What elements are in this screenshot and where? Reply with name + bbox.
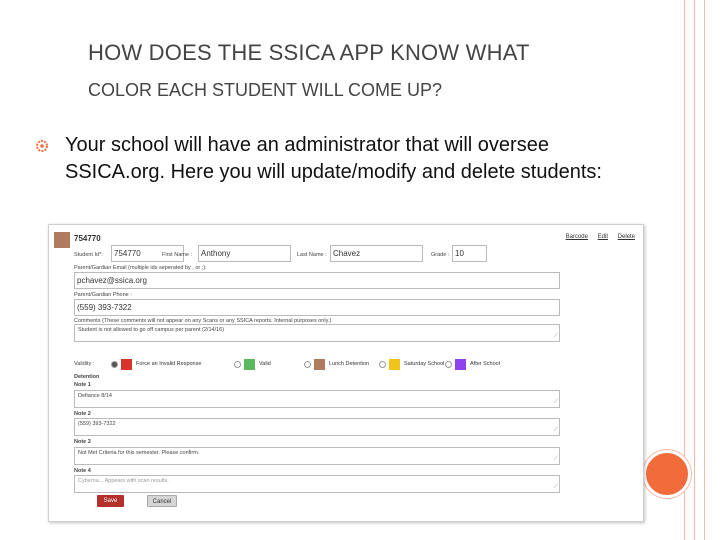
option-valid[interactable]: Valid	[234, 358, 271, 370]
edit-link[interactable]: Edit	[598, 234, 608, 240]
resize-handle-icon: ⟋	[553, 399, 558, 405]
decorative-rail-2	[694, 0, 695, 540]
decorative-rail-3	[704, 0, 705, 540]
delete-link[interactable]: Delete	[618, 234, 635, 240]
validity-options: Force an Invalid Response Valid Lunch De…	[74, 358, 634, 372]
resize-handle-icon: ⟋	[553, 333, 558, 339]
note1-textarea[interactable]: Defiance 8/14 ⟋	[74, 390, 560, 408]
note3-label: Note 3	[74, 439, 91, 445]
detention-label: Detention	[74, 374, 100, 380]
slide-title-line1: How does the SSICA app know what	[88, 40, 530, 65]
resize-handle-icon: ⟋	[553, 484, 558, 490]
email-field[interactable]: pchavez@ssica.org	[74, 272, 560, 289]
action-links: Barcode Edit Delete	[558, 234, 635, 240]
student-edit-form-screenshot: 754770 Barcode Edit Delete Student Id*: …	[48, 224, 644, 522]
radio-icon[interactable]	[445, 360, 452, 368]
slide-title-line2: color each student will come up?	[88, 80, 443, 100]
note2-textarea[interactable]: (559) 393-7322 ⟋	[74, 418, 560, 436]
note4-textarea[interactable]: Cyberna... Appears with scan results. ⟋	[74, 475, 560, 493]
option-after-school[interactable]: After School	[445, 358, 500, 370]
option-force-invalid[interactable]: Force an Invalid Response	[111, 358, 201, 370]
option-label: Saturday School	[404, 361, 445, 367]
first-name-label: First Name :	[162, 252, 192, 258]
brown-swatch	[314, 358, 325, 370]
save-button[interactable]: Save	[97, 495, 124, 507]
radio-icon[interactable]	[234, 360, 241, 368]
note3-text: Not Met Criteria for this semester. Plea…	[78, 450, 200, 456]
comments-textarea[interactable]: Student is not allowed to go off campus …	[74, 324, 560, 342]
bullet-text: Your school will have an administrator t…	[65, 134, 602, 183]
resize-handle-icon: ⟋	[553, 427, 558, 433]
email-label: Parent/Gardian Email (multiple ids seper…	[74, 265, 207, 271]
decorative-circle	[643, 450, 691, 498]
student-id-header: 754770	[74, 234, 101, 243]
comments-text: Student is not allowed to go off campus …	[78, 327, 225, 333]
option-label: Valid	[259, 361, 271, 367]
option-label: Lunch Detention	[329, 361, 370, 367]
grade-field[interactable]: 10	[452, 245, 487, 262]
last-name-label: Last Name :	[297, 252, 327, 258]
note2-label: Note 2	[74, 411, 91, 417]
note3-textarea[interactable]: Not Met Criteria for this semester. Plea…	[74, 447, 560, 465]
student-color-swatch	[54, 232, 70, 248]
note2-text: (559) 393-7322	[78, 421, 116, 427]
option-saturday-school[interactable]: Saturday School	[379, 358, 444, 370]
note4-label: Note 4	[74, 468, 91, 474]
note1-label: Note 1	[74, 382, 91, 388]
first-name-field[interactable]: Anthony	[198, 245, 291, 262]
student-id-label: Student Id*:	[74, 252, 103, 258]
phone-field[interactable]: (559) 393-7322	[74, 299, 560, 316]
radio-icon[interactable]	[111, 360, 118, 368]
cancel-button[interactable]: Cancel	[147, 495, 177, 507]
radio-icon[interactable]	[304, 360, 311, 368]
phone-label: Parent/Gardian Phone :	[74, 292, 132, 298]
barcode-link[interactable]: Barcode	[566, 234, 588, 240]
red-swatch	[121, 358, 132, 370]
resize-handle-icon: ⟋	[553, 456, 558, 462]
option-label: Force an Invalid Response	[136, 361, 202, 367]
grade-label: Grade :	[431, 252, 450, 258]
radio-icon[interactable]	[379, 360, 386, 368]
note1-text: Defiance 8/14	[78, 393, 112, 399]
purple-swatch	[455, 358, 466, 370]
gear-bullet-icon	[36, 140, 48, 152]
last-name-field[interactable]: Chavez	[330, 245, 423, 262]
option-label: After School	[470, 361, 500, 367]
slide-title: How does the SSICA app know what color e…	[88, 40, 648, 101]
option-lunch-detention[interactable]: Lunch Detention	[304, 358, 369, 370]
yellow-swatch	[389, 358, 400, 370]
green-swatch	[244, 358, 255, 370]
note4-placeholder: Cyberna... Appears with scan results.	[78, 478, 169, 484]
